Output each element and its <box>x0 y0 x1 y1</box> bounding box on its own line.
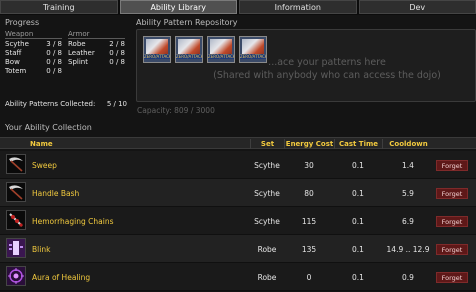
tab-ability-library[interactable]: Ability Library <box>119 0 237 14</box>
patterns-collected: Ability Patterns Collected: 5 / 10 <box>5 100 127 108</box>
pattern-card-band: ZERO/ATTACK <box>144 54 171 59</box>
progress-row: Splint 0 / 8 <box>68 58 125 66</box>
column-header-name[interactable]: Name <box>30 139 250 149</box>
column-header-set[interactable]: Set <box>250 139 284 149</box>
repository-drop-zone[interactable]: ...ace your patterns here (Shared with a… <box>136 29 476 102</box>
progress-row: Robe 2 / 8 <box>68 40 125 48</box>
pattern-card[interactable]: ZERO/ATTACK <box>207 36 235 63</box>
ability-cooldown: 14.9 .. 12.9 <box>386 244 430 254</box>
column-header-cast-time[interactable]: Cast Time <box>334 139 382 149</box>
tab-information[interactable]: Information <box>239 0 357 14</box>
tab-dev[interactable]: Dev <box>358 0 476 14</box>
weapon-progress-column: Weapon Scythe 3 / 8 Staff 0 / 8 Bow 0 / 8 T… <box>5 30 68 76</box>
ability-energy: 115 <box>301 216 317 226</box>
scythe-icon <box>6 182 26 202</box>
collection-table-header: Name Set Energy Cost Cast Time Cooldown <box>0 137 476 149</box>
weapon-header: Weapon <box>5 30 62 39</box>
ability-set: Robe <box>257 244 277 254</box>
ability-name: Hemorrhaging Chains <box>32 216 114 226</box>
ability-cast-time: 0.1 <box>352 216 364 226</box>
ability-energy: 80 <box>304 188 314 198</box>
ability-cooldown: 1.4 <box>402 160 414 170</box>
tab-training[interactable]: Training <box>0 0 118 14</box>
column-header-energy[interactable]: Energy Cost <box>284 139 334 149</box>
ability-set: Robe <box>257 272 277 282</box>
ability-energy: 0 <box>306 272 312 282</box>
scythe-icon <box>6 154 26 174</box>
progress-title: Progress <box>5 18 40 27</box>
ability-energy: 30 <box>304 160 314 170</box>
aura-icon <box>6 266 26 286</box>
armor-progress-column: Armor Robe 2 / 8 Leather 0 / 8 Splint 0 / 8 <box>68 30 131 76</box>
repository-capacity: Capacity: 809 / 3000 <box>137 106 215 115</box>
ability-cooldown: 6.9 <box>402 216 414 226</box>
progress-row: Scythe 3 / 8 <box>5 40 62 48</box>
table-row[interactable]: Blink Robe 135 0.1 14.9 .. 12.9 Forget <box>0 235 476 263</box>
tab-bar: Training Ability Library Information Dev <box>0 0 476 15</box>
column-header-cooldown[interactable]: Cooldown <box>382 139 434 149</box>
ability-cast-time: 0.1 <box>352 160 364 170</box>
ability-name: Aura of Healing <box>32 272 91 282</box>
pattern-card[interactable]: ZERO/ATTACK <box>239 36 267 63</box>
ability-cast-time: 0.1 <box>352 188 364 198</box>
ability-set: Scythe <box>254 188 280 198</box>
patterns-collected-label: Ability Patterns Collected: <box>5 100 96 108</box>
forget-button[interactable]: Forget <box>436 272 468 283</box>
ability-set: Scythe <box>254 160 280 170</box>
forget-button[interactable]: Forget <box>436 188 468 199</box>
pattern-card-band: ZERO/ATTACK <box>176 54 203 59</box>
pattern-card-band: ZERO/ATTACK <box>240 54 267 59</box>
pattern-card[interactable]: ZERO/ATTACK <box>143 36 171 63</box>
pattern-cards: ZERO/ATTACK ZERO/ATTACK ZERO/ATTACK ZERO… <box>143 36 267 63</box>
collection-title: Your Ability Collection <box>5 123 92 132</box>
table-row[interactable]: Handle Bash Scythe 80 0.1 5.9 Forget <box>0 179 476 207</box>
ability-cast-time: 0.1 <box>352 244 364 254</box>
progress-panel: Progress Weapon Scythe 3 / 8 Staff 0 / 8 B… <box>5 18 131 76</box>
repository-header: Ability Pattern Repository <box>136 18 476 27</box>
ability-cooldown: 5.9 <box>402 188 414 198</box>
repository-title: Ability Pattern Repository <box>136 18 238 27</box>
armor-header: Armor <box>68 30 125 39</box>
forget-button[interactable]: Forget <box>436 216 468 227</box>
blood-blade-icon <box>6 210 26 230</box>
forget-button[interactable]: Forget <box>436 160 468 171</box>
ability-cast-time: 0.1 <box>352 272 364 282</box>
progress-row: Leather 0 / 8 <box>68 49 125 57</box>
progress-row: Bow 0 / 8 <box>5 58 62 66</box>
forget-button[interactable]: Forget <box>436 244 468 255</box>
blink-icon <box>6 238 26 258</box>
progress-row: Totem 0 / 8 <box>5 67 62 75</box>
table-row[interactable]: Hemorrhaging Chains Scythe 115 0.1 6.9 F… <box>0 207 476 235</box>
ability-set: Scythe <box>254 216 280 226</box>
ability-cooldown: 0.9 <box>402 272 414 282</box>
ability-name: Sweep <box>32 160 57 170</box>
ability-name: Handle Bash <box>32 188 80 198</box>
ability-energy: 135 <box>301 244 317 254</box>
pattern-card[interactable]: ZERO/ATTACK <box>175 36 203 63</box>
table-row[interactable]: Sweep Scythe 30 0.1 1.4 Forget <box>0 151 476 179</box>
progress-row: Staff 0 / 8 <box>5 49 62 57</box>
pattern-card-band: ZERO/ATTACK <box>208 54 235 59</box>
patterns-collected-value: 5 / 10 <box>106 100 127 108</box>
ability-name: Blink <box>32 244 51 254</box>
table-row[interactable]: Aura of Healing Robe 0 0.1 0.9 Forget <box>0 263 476 291</box>
collection-rows: Sweep Scythe 30 0.1 1.4 Forget Handle Ba… <box>0 151 476 291</box>
